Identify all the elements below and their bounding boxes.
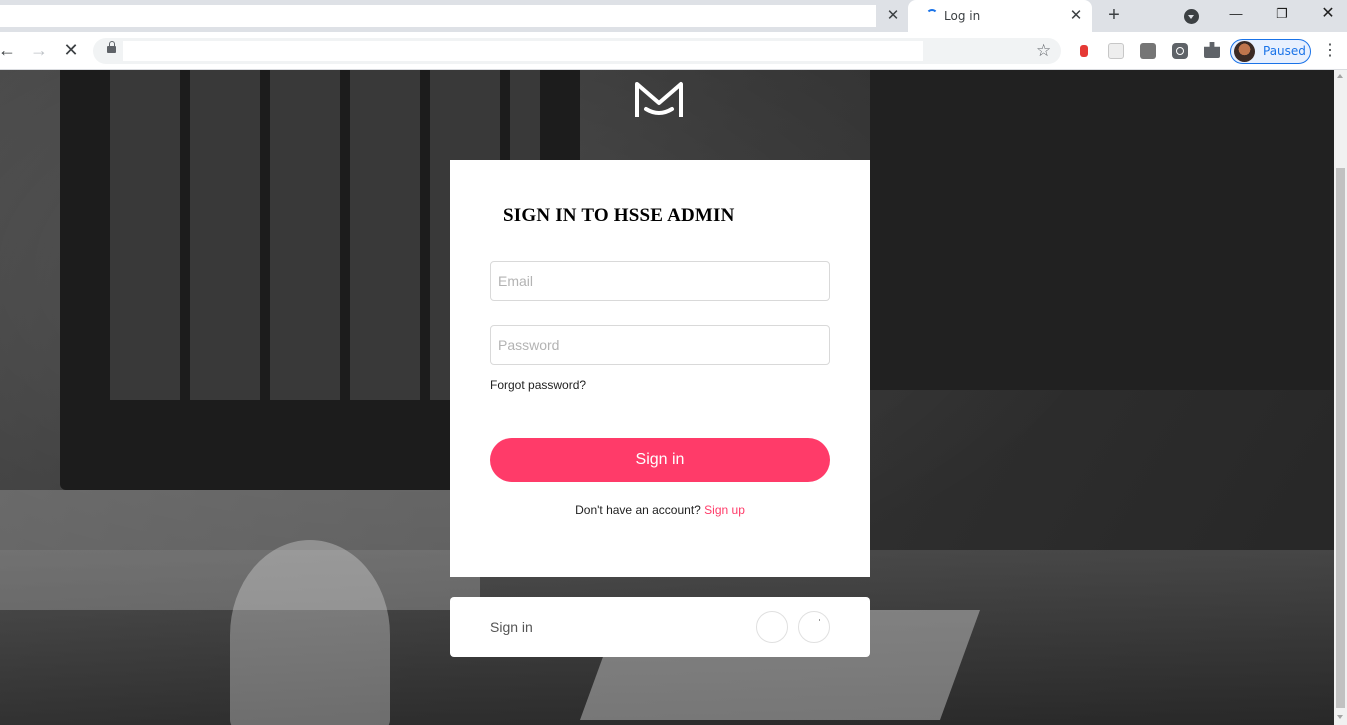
profile-status: Paused [1263,44,1306,58]
email-field[interactable] [490,261,830,301]
signup-prompt: Don't have an account? [575,503,701,517]
extension-icon[interactable] [1108,43,1124,59]
password-field[interactable] [490,325,830,365]
tab-search-icon[interactable] [1184,9,1199,24]
avatar [1234,41,1255,62]
arrow-right-icon[interactable]: → [30,41,48,59]
browser-toolbar: ← → ✕ ☆ Paused ⋮ [0,32,1347,70]
browser-tab-active[interactable]: Log in ✕ [908,0,1092,32]
login-card: SIGN IN TO HSSE ADMIN Forgot password? S… [450,160,870,577]
tab-title: Log in [944,9,981,23]
social-login-icon[interactable] [798,611,830,643]
extension-icon[interactable] [1076,43,1092,59]
more-vertical-icon[interactable]: ⋮ [1322,42,1338,60]
login-title: SIGN IN TO HSSE ADMIN [503,205,735,226]
browser-tab-inactive[interactable] [0,5,876,27]
address-bar[interactable]: ☆ [93,38,1061,64]
signup-row: Don't have an account? Sign up [450,503,870,517]
star-icon[interactable]: ☆ [1036,41,1051,61]
close-tab-icon[interactable]: ✕ [885,8,901,24]
url-field[interactable] [123,41,923,61]
scrollbar-thumb[interactable] [1336,168,1345,708]
forgot-password-link[interactable]: Forgot password? [490,378,586,392]
sign-in-button[interactable]: Sign in [490,438,830,482]
profile-button[interactable]: Paused [1230,39,1311,64]
close-tab-icon[interactable]: ✕ [1068,8,1084,24]
brand-logo-icon [635,82,683,117]
scrollbar[interactable] [1334,70,1347,725]
browser-tab-strip: ✕ Log in ✕ + — ❐ ✕ [0,0,1347,32]
lock-icon[interactable] [107,41,116,53]
loading-spinner-icon [926,9,938,21]
new-tab-icon[interactable]: + [1104,5,1124,25]
social-login-icon[interactable] [756,611,788,643]
signin-footer-panel: Sign in [450,597,870,657]
stop-loading-icon[interactable]: ✕ [62,41,80,59]
restore-window-icon[interactable]: ❐ [1272,4,1292,24]
sign-up-link[interactable]: Sign up [704,503,745,517]
close-window-icon[interactable]: ✕ [1318,4,1338,24]
arrow-left-icon[interactable]: ← [0,41,16,59]
footer-label: Sign in [490,619,533,635]
pdf-extension-icon[interactable] [1140,43,1156,59]
at-sign-extension-icon[interactable] [1172,43,1188,59]
scroll-down-icon[interactable] [1337,715,1343,719]
minimize-window-icon[interactable]: — [1226,4,1246,24]
scroll-up-icon[interactable] [1337,74,1343,78]
puzzle-icon[interactable] [1204,42,1220,58]
